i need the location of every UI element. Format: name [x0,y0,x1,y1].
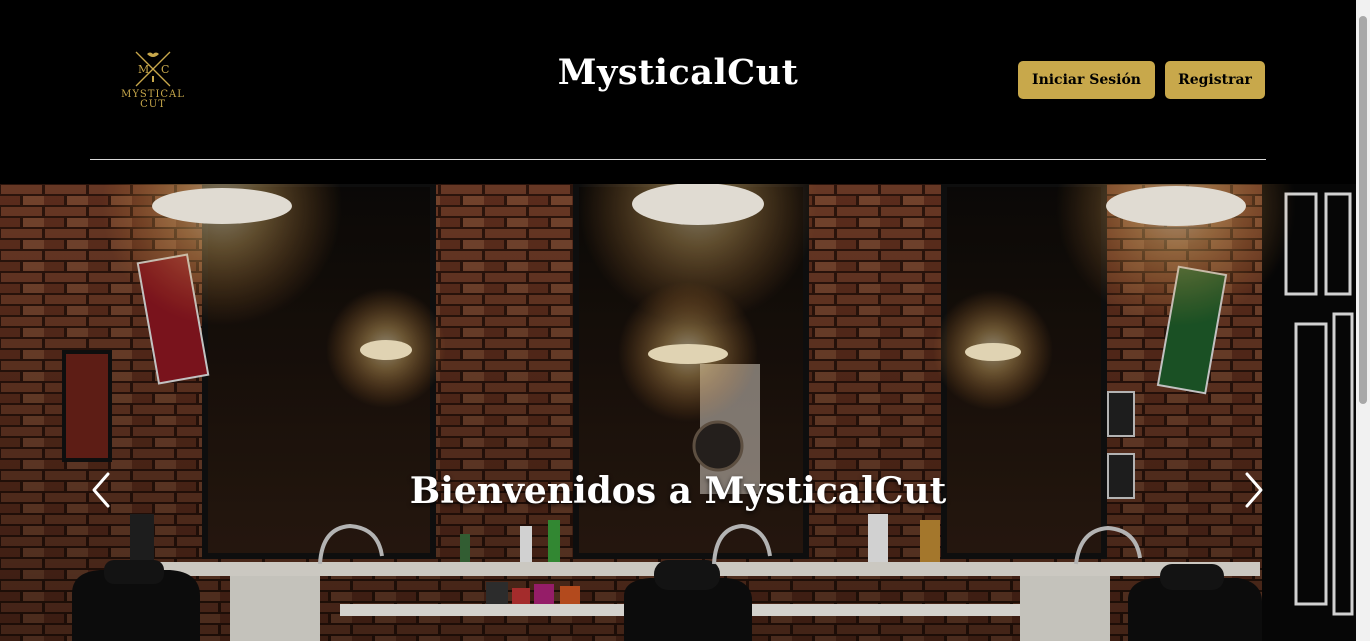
logo-text: MYSTICAL CUT [112,90,194,110]
logo-line-2: CUT [140,99,166,110]
header-divider [90,159,1266,160]
carousel-prev-button[interactable] [82,466,122,514]
site-title: MysticalCut [557,52,799,93]
carousel-next-button[interactable] [1233,466,1273,514]
chevron-right-icon [1245,472,1263,508]
hero-carousel: Bienvenidos a MysticalCut [0,184,1356,641]
barbershop-interior-image [0,184,1356,641]
chevron-left-icon [92,472,110,508]
register-button[interactable]: Registrar [1165,61,1265,99]
logo-letter-right: C [161,63,169,76]
hero-caption: Bienvenidos a MysticalCut [409,470,947,512]
scrollbar-thumb[interactable] [1359,16,1367,404]
login-button[interactable]: Iniciar Sesión [1018,61,1155,99]
page: M C MYSTICAL CUT MysticalCut Iniciar Ses… [0,0,1370,641]
logo-letter-left: M [138,63,149,76]
site-header: M C MYSTICAL CUT MysticalCut Iniciar Ses… [0,0,1356,184]
crossed-razors-logo-icon: M C [135,51,171,87]
logo[interactable]: M C MYSTICAL CUT [112,48,194,114]
vertical-scrollbar[interactable] [1356,0,1370,641]
